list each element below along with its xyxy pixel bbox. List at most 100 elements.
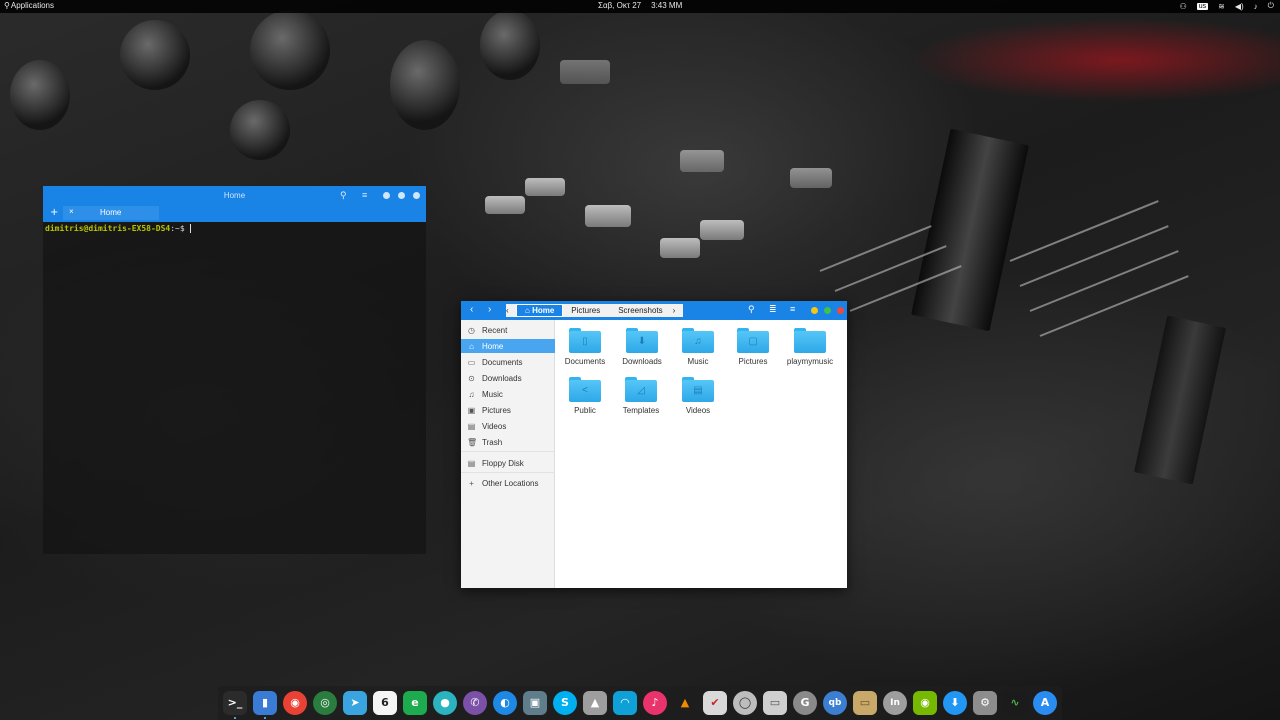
maximize-button[interactable] xyxy=(398,192,405,199)
dock-download-icon[interactable]: ⬇ xyxy=(943,691,967,715)
terminal-titlebar[interactable]: Home ⚲ ≡ xyxy=(43,186,426,205)
dock-screenshot-icon[interactable]: ▣ xyxy=(523,691,547,715)
folder-icon xyxy=(794,328,826,353)
sidebar-item-pictures[interactable]: ▣ Pictures xyxy=(461,403,555,417)
view-list-icon[interactable]: ≣ xyxy=(769,304,777,315)
terminal-prompt[interactable]: dimitris@dimitris-EX58-DS4 :~$ xyxy=(43,222,426,235)
wallpaper-pad xyxy=(660,238,700,258)
dock-archive-icon[interactable]: ▭ xyxy=(853,691,877,715)
folder-glyph xyxy=(794,331,826,353)
folder-playmymusic[interactable]: playmymusic xyxy=(782,328,838,366)
dock-qbittorrent-icon[interactable]: qb xyxy=(823,691,847,715)
clock[interactable]: Σαβ, Οκτ 27 3:43 ΜΜ xyxy=(598,1,682,10)
breadcrumb-home[interactable]: ⌂ Home xyxy=(516,304,564,317)
sidebar-item-videos[interactable]: ▤ Videos xyxy=(461,419,555,433)
sidebar-item-other-locations[interactable]: + Other Locations xyxy=(461,476,555,490)
close-button[interactable] xyxy=(413,192,420,199)
dock-telegram-icon[interactable]: ➤ xyxy=(343,691,367,715)
terminal-tab[interactable]: × Home xyxy=(63,206,159,220)
dock-files-icon[interactable]: ▮ xyxy=(253,691,277,715)
cursor xyxy=(189,224,191,233)
folder-pictures[interactable]: ▢ Pictures xyxy=(725,328,781,366)
dock-terminal-icon[interactable]: >_ xyxy=(223,691,247,715)
dock-music-icon[interactable]: ♪ xyxy=(643,691,667,715)
search-icon[interactable]: ⚲ xyxy=(748,304,755,315)
sidebar-item-documents[interactable]: ▭ Documents xyxy=(461,355,555,369)
music-icon: ♫ xyxy=(682,331,714,353)
back-button[interactable]: ‹ xyxy=(470,304,473,315)
sidebar-item-floppy-disk[interactable]: ▤ Floppy Disk xyxy=(461,456,555,470)
folder-label: Videos xyxy=(685,406,711,415)
sidebar-item-downloads[interactable]: ⊙ Downloads xyxy=(461,371,555,385)
folder-documents[interactable]: ▯ Documents xyxy=(557,328,613,366)
file-manager-header[interactable]: ‹ › ‹ ⌂ Home Pictures Screenshots › ⚲ ≣ … xyxy=(461,301,847,320)
folder-icon: ▢ xyxy=(737,328,769,353)
volume-icon[interactable]: ◀) xyxy=(1235,2,1244,11)
floppy-icon: ▤ xyxy=(467,458,476,468)
new-tab-button[interactable]: + xyxy=(50,207,58,218)
top-panel: ⚲ Applications Σαβ, Οκτ 27 3:43 ΜΜ ⚇ us … xyxy=(0,0,1280,13)
file-manager-window: ‹ › ‹ ⌂ Home Pictures Screenshots › ⚲ ≣ … xyxy=(461,301,847,588)
search-icon[interactable]: ⚲ xyxy=(340,190,347,201)
dock-tasks-icon[interactable]: ✔ xyxy=(703,691,727,715)
plus-icon: + xyxy=(469,478,474,488)
menu-icon[interactable]: ≡ xyxy=(790,304,795,314)
sidebar-item-trash[interactable]: 🗑 Trash xyxy=(461,435,555,449)
applications-menu[interactable]: ⚲ Applications xyxy=(4,1,54,10)
dock-browser-icon[interactable]: ◐ xyxy=(493,691,517,715)
dock-settings-icon[interactable]: ⚙ xyxy=(973,691,997,715)
dock-headphones-icon[interactable]: ◠ xyxy=(613,691,637,715)
prompt-path: :~$ xyxy=(170,224,185,233)
dock-nvidia-icon[interactable]: ◉ xyxy=(913,691,937,715)
folder-label: Pictures xyxy=(738,357,768,366)
download-icon: ⊙ xyxy=(468,373,475,383)
home-icon: ⌂ xyxy=(469,341,474,351)
keyboard-layout[interactable]: us xyxy=(1196,2,1209,10)
dock-calendar-icon[interactable]: 6 xyxy=(373,691,397,715)
network-icon[interactable]: ⚇ xyxy=(1180,2,1187,11)
folder-downloads[interactable]: ⬇ Downloads xyxy=(614,328,670,366)
minimize-button[interactable] xyxy=(811,307,818,314)
sidebar-item-label: Music xyxy=(482,389,503,399)
close-button[interactable] xyxy=(837,307,844,314)
dock-vlc-icon[interactable]: ▲ xyxy=(673,691,697,715)
dock-appstore-icon[interactable]: A xyxy=(1033,691,1057,715)
template-icon: ◿ xyxy=(625,380,657,402)
minimize-button[interactable] xyxy=(383,192,390,199)
breadcrumb-screenshots[interactable]: Screenshots xyxy=(614,304,673,317)
document-icon: ▯ xyxy=(569,331,601,353)
forward-button[interactable]: › xyxy=(488,304,491,315)
sidebar-item-label: Downloads xyxy=(482,373,522,383)
dock-globe-icon[interactable]: ● xyxy=(433,691,457,715)
clock-date: Σαβ, Οκτ 27 xyxy=(598,1,642,10)
folder-public[interactable]: < Public xyxy=(557,377,613,415)
dock-viber-icon[interactable]: ✆ xyxy=(463,691,487,715)
sidebar-item-music[interactable]: ♫ Music xyxy=(461,387,555,401)
folder-music[interactable]: ♫ Music xyxy=(670,328,726,366)
sidebar-item-recent[interactable]: ◷ Recent xyxy=(461,323,555,337)
dock-inkscape-icon[interactable]: In xyxy=(883,691,907,715)
breadcrumb-pictures[interactable]: Pictures xyxy=(563,304,615,317)
dock-drive-icon[interactable]: ▲ xyxy=(583,691,607,715)
sidebar-item-label: Other Locations xyxy=(482,478,539,488)
maximize-button[interactable] xyxy=(824,307,831,314)
sidebar-item-home[interactable]: ⌂ Home xyxy=(461,339,555,353)
close-tab-icon[interactable]: × xyxy=(69,207,74,216)
dock-gimp-icon[interactable]: G xyxy=(793,691,817,715)
dock-editor-icon[interactable]: e xyxy=(403,691,427,715)
folder-videos[interactable]: ▤ Videos xyxy=(670,377,726,415)
dock-chrome-icon[interactable]: ◉ xyxy=(283,691,307,715)
dock-network-icon[interactable]: ◎ xyxy=(313,691,337,715)
wifi-icon[interactable]: ≋ xyxy=(1218,2,1225,11)
wallpaper-pad xyxy=(485,196,525,214)
folder-templates[interactable]: ◿ Templates xyxy=(613,377,669,415)
dock-monitor-icon[interactable]: ∿ xyxy=(1003,691,1027,715)
system-menu-icon[interactable]: ⏻ xyxy=(1268,1,1274,11)
notifications-icon[interactable]: ♪ xyxy=(1254,2,1258,11)
menu-icon[interactable]: ≡ xyxy=(362,190,367,200)
dock-notes-icon[interactable]: ▭ xyxy=(763,691,787,715)
folder-label: playmymusic xyxy=(786,357,834,366)
dock-skype-icon[interactable]: S xyxy=(553,691,577,715)
dock-audio-icon[interactable]: ◯ xyxy=(733,691,757,715)
sidebar-divider xyxy=(461,451,555,452)
